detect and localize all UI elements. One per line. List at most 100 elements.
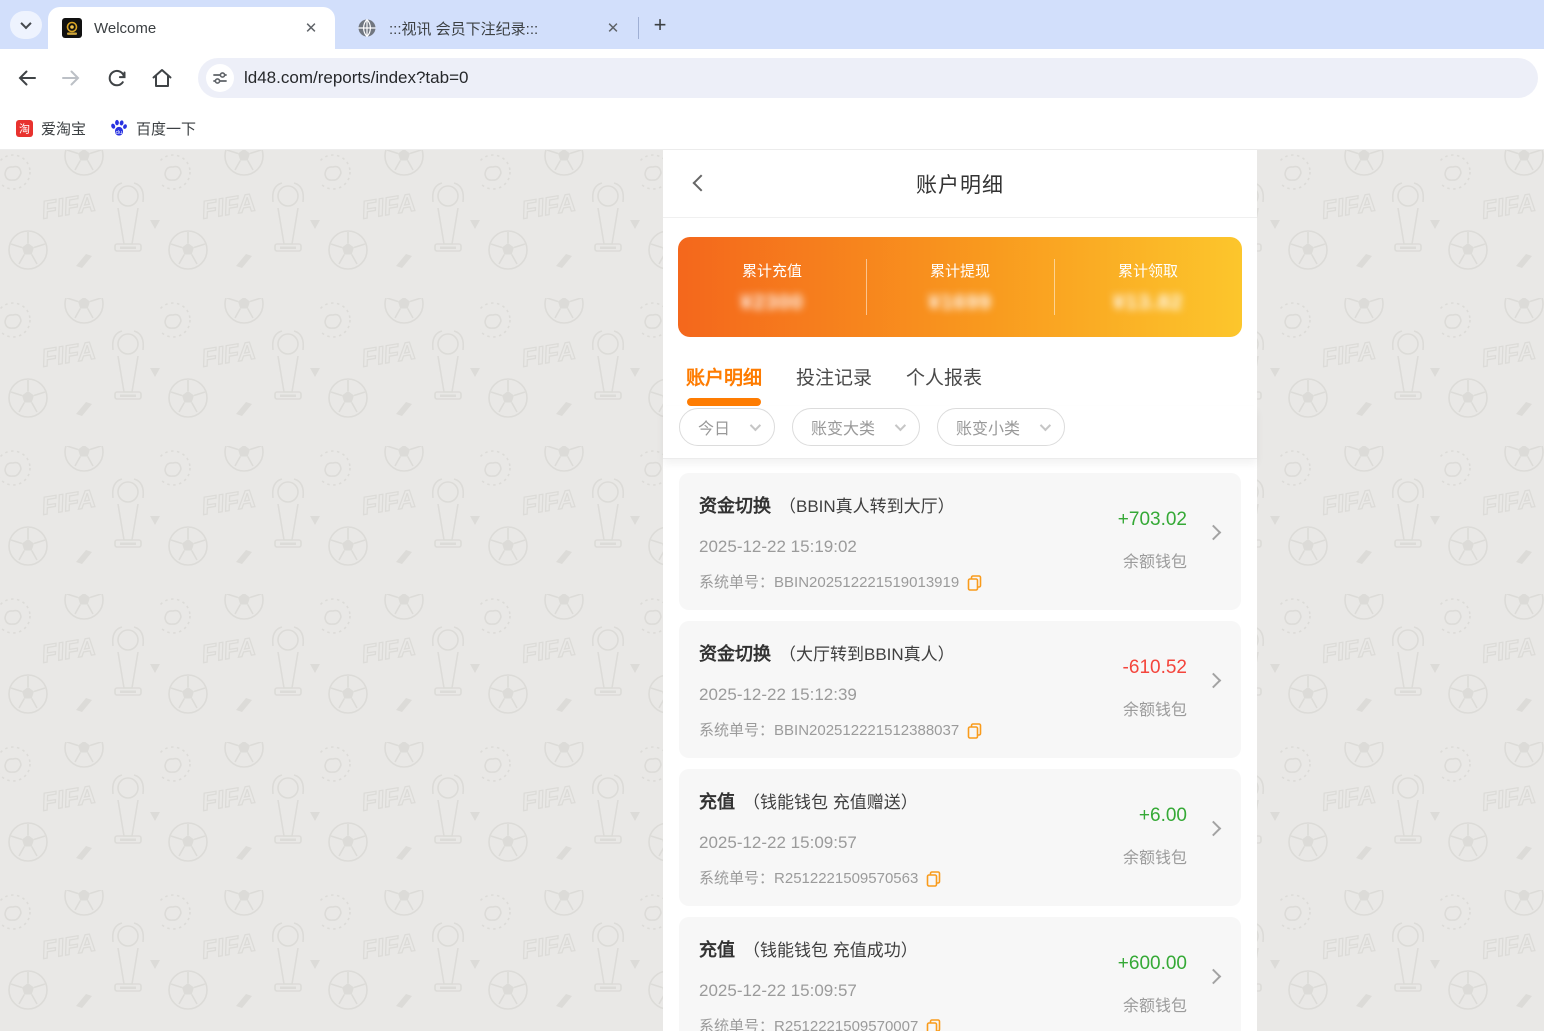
tab-title: Welcome [94, 19, 157, 37]
reload-button[interactable] [101, 62, 133, 94]
summary-label: 累计领取 [1117, 262, 1178, 280]
transaction-amount: +6.00 [1138, 805, 1187, 826]
copy-icon[interactable] [967, 575, 982, 591]
transaction-detail: （大厅转到BBIN真人） [779, 645, 955, 664]
bookmark-label: 百度一下 [136, 120, 197, 138]
chevron-right-icon [1205, 968, 1222, 985]
tab-personal-report[interactable]: 个人报表 [906, 363, 982, 406]
bookmarks-bar: 淘 爱淘宝 du 百度一下 [0, 107, 1544, 150]
url-text[interactable]: ld48.com/reports/index?tab=0 [244, 68, 468, 88]
summary-value: ¥1699 [928, 290, 992, 314]
order-number: BBIN202512221519013919 [774, 574, 960, 591]
tab-divider [638, 17, 639, 39]
tab-search-button[interactable] [10, 11, 42, 39]
transaction-type: 充值 [699, 792, 735, 812]
address-bar[interactable]: ld48.com/reports/index?tab=0 [198, 58, 1538, 98]
transaction-card[interactable]: 充值 （钱能钱包 充值成功） 2025-12-22 15:09:57 系统单号：… [679, 917, 1241, 1031]
summary-divider [865, 259, 867, 315]
transaction-amount: +703.02 [1117, 509, 1187, 530]
summary-total-withdraw: 累计提现 ¥1699 [866, 237, 1054, 337]
summary-divider [1053, 259, 1055, 315]
transaction-type: 资金切换 [699, 644, 771, 664]
bookmark-aitaobao[interactable]: 淘 爱淘宝 [16, 118, 86, 139]
copy-icon[interactable] [967, 723, 982, 739]
tab-label: 个人报表 [906, 368, 983, 389]
copy-icon[interactable] [926, 871, 941, 887]
site-settings-icon[interactable] [206, 64, 234, 92]
tab-close-icon[interactable]: ✕ [603, 18, 623, 38]
bookmark-baidu[interactable]: du 百度一下 [110, 118, 196, 139]
page-header: 账户明细 [663, 150, 1257, 218]
filter-label: 今日 [698, 421, 731, 438]
filter-minor-category-dropdown[interactable]: 账变小类 [937, 408, 1066, 446]
filter-date-dropdown[interactable]: 今日 [679, 408, 776, 446]
chevron-down-icon [749, 419, 762, 432]
summary-label: 累计提现 [929, 262, 990, 280]
tab-label: 投注记录 [796, 368, 873, 389]
chevron-down-icon [1039, 419, 1052, 432]
tab-close-icon[interactable]: ✕ [301, 18, 321, 38]
transaction-card[interactable]: 充值 （钱能钱包 充值赠送） 2025-12-22 15:09:57 系统单号：… [679, 769, 1241, 906]
filter-bar: 今日 账变大类 账变小类 [663, 406, 1257, 459]
transaction-datetime: 2025-12-22 15:19:02 [699, 537, 857, 556]
browser-tab-welcome[interactable]: Welcome ✕ [48, 7, 335, 49]
transaction-datetime: 2025-12-22 15:09:57 [699, 833, 857, 852]
tab-title: :::视讯 会员下注纪录::: [389, 20, 539, 38]
transaction-datetime: 2025-12-22 15:09:57 [699, 981, 857, 1000]
order-label: 系统单号： [699, 574, 775, 591]
copy-icon[interactable] [926, 1019, 941, 1031]
transaction-card[interactable]: 资金切换 （大厅转到BBIN真人） 2025-12-22 15:12:39 系统… [679, 621, 1241, 758]
order-number: R2512221509570007 [774, 1018, 919, 1031]
browser-toolbar: ld48.com/reports/index?tab=0 [0, 49, 1544, 107]
browser-window: Welcome ✕ :::视讯 会员下注纪录::: ✕ + ld48.com/r… [0, 0, 1544, 1031]
summary-value: ¥2300 [740, 290, 804, 314]
home-button[interactable] [146, 62, 178, 94]
filter-label: 账变小类 [956, 421, 1021, 438]
report-tabs: 账户明细 投注记录 个人报表 [686, 363, 1257, 406]
forward-button[interactable] [55, 62, 87, 94]
summary-card: 累计充值 ¥2300 累计提现 ¥1699 累计领取 ¥13.82 [678, 237, 1242, 337]
new-tab-button[interactable]: + [646, 11, 674, 39]
order-label: 系统单号： [699, 870, 775, 887]
wallet-label: 余额钱包 [1122, 850, 1187, 867]
reports-panel: 账户明细 累计充值 ¥2300 累计提现 ¥1699 累计领取 ¥13.82 账… [663, 150, 1257, 1031]
tab-bet-records[interactable]: 投注记录 [796, 363, 872, 406]
transaction-datetime: 2025-12-22 15:12:39 [699, 685, 857, 704]
chevron-right-icon [1205, 524, 1222, 541]
order-number: BBIN202512221512388037 [774, 722, 960, 739]
active-tab-underline [687, 398, 761, 406]
transaction-amount: +600.00 [1117, 953, 1187, 974]
chevron-down-icon [894, 419, 907, 432]
taobao-icon: 淘 [16, 119, 33, 137]
filter-label: 账变大类 [811, 421, 876, 438]
site-favicon [62, 18, 82, 38]
transaction-detail: （BBIN真人转到大厅） [779, 497, 955, 516]
order-label: 系统单号： [699, 1018, 775, 1031]
transaction-amount: -610.52 [1122, 657, 1187, 678]
wallet-label: 余额钱包 [1122, 554, 1187, 571]
tab-strip: Welcome ✕ :::视讯 会员下注纪录::: ✕ + [0, 0, 1544, 49]
transaction-card[interactable]: 资金切换 （BBIN真人转到大厅） 2025-12-22 15:19:02 系统… [679, 473, 1241, 610]
wallet-label: 余额钱包 [1122, 702, 1187, 719]
chevron-down-icon [20, 17, 32, 30]
transaction-detail: （钱能钱包 充值成功） [743, 941, 918, 960]
page-title: 账户明细 [916, 174, 1004, 197]
transaction-type: 资金切换 [699, 496, 771, 516]
order-number: R2512221509570563 [774, 870, 919, 887]
summary-total-claimed: 累计领取 ¥13.82 [1054, 237, 1242, 337]
order-label: 系统单号： [699, 722, 775, 739]
wallet-label: 余额钱包 [1122, 998, 1187, 1015]
back-button[interactable] [11, 62, 43, 94]
filter-major-category-dropdown[interactable]: 账变大类 [792, 408, 921, 446]
browser-tab-records[interactable]: :::视讯 会员下注纪录::: ✕ [343, 7, 637, 49]
baidu-paw-icon: du [111, 119, 127, 136]
summary-total-deposit: 累计充值 ¥2300 [678, 237, 866, 337]
svg-text:du: du [116, 130, 123, 136]
globe-icon [358, 19, 376, 37]
transaction-list: 资金切换 （BBIN真人转到大厅） 2025-12-22 15:19:02 系统… [663, 459, 1257, 1031]
summary-label: 累计充值 [741, 262, 802, 280]
chevron-right-icon [1205, 672, 1222, 689]
tab-account-detail[interactable]: 账户明细 [686, 363, 762, 406]
svg-text:淘: 淘 [19, 122, 30, 135]
bookmark-label: 爱淘宝 [41, 120, 87, 138]
